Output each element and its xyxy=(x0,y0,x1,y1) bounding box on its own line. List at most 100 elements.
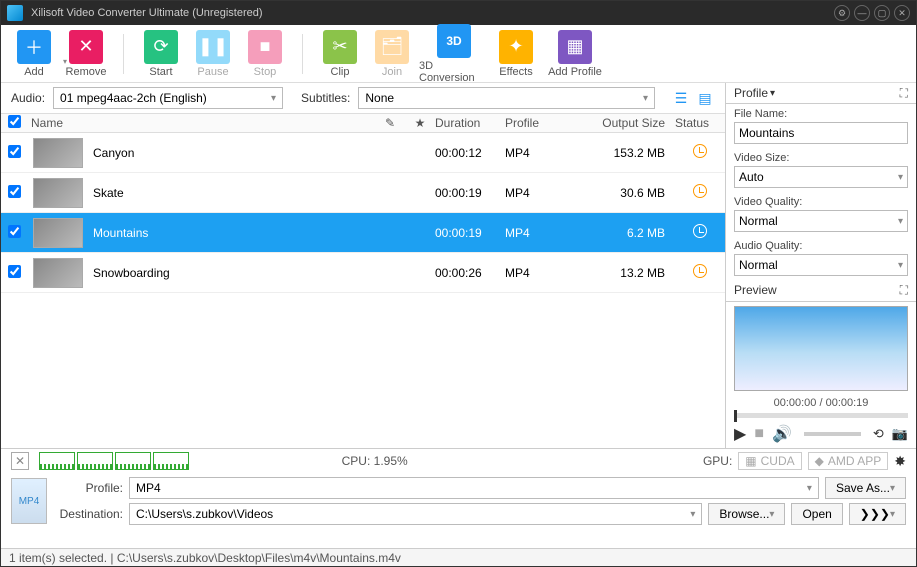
profile-label: Profile: xyxy=(53,481,123,495)
preview-video[interactable] xyxy=(734,306,908,392)
stop-button[interactable]: ■ Stop xyxy=(240,30,290,78)
audioquality-select[interactable]: Normal xyxy=(734,254,908,276)
pause-button[interactable]: ❚❚ Pause xyxy=(188,30,238,78)
settings-round-icon[interactable]: ⚙ xyxy=(834,5,850,21)
col-edit[interactable]: ✎ xyxy=(375,116,405,130)
3d-icon: 3D xyxy=(437,24,471,58)
clip-button[interactable]: ✂ Clip xyxy=(315,30,365,78)
thumbnail-icon xyxy=(33,138,83,168)
videoquality-select[interactable]: Normal xyxy=(734,210,908,232)
row-checkbox[interactable] xyxy=(8,225,21,238)
gpu-label: GPU: xyxy=(703,454,732,468)
app-logo-icon xyxy=(7,5,23,21)
profile-thumb-icon: MP4 xyxy=(11,478,47,524)
destination-row: MP4 Profile: MP4 Save As... Destination:… xyxy=(1,473,916,529)
volume-icon[interactable]: 🔊 xyxy=(772,424,792,444)
profile-select[interactable]: MP4 xyxy=(129,477,819,499)
row-size: 6.2 MB xyxy=(595,226,675,240)
scissors-icon: ✂ xyxy=(323,30,357,64)
cpu-graph-icon xyxy=(77,452,113,470)
separator xyxy=(123,34,124,74)
destination-select[interactable]: C:\Users\s.zubkov\Videos xyxy=(129,503,702,525)
destination-label: Destination: xyxy=(53,507,123,521)
preview-slider[interactable] xyxy=(734,413,908,418)
audio-select[interactable]: 01 mpeg4aac-2ch (English) xyxy=(53,87,283,109)
stop-preview-button[interactable]: ■ xyxy=(754,425,764,443)
col-name[interactable]: Name xyxy=(27,116,375,130)
table-row[interactable]: Mountains00:00:19MP46.2 MB xyxy=(1,213,725,253)
browse-button[interactable]: Browse... xyxy=(708,503,785,525)
plus-icon: ＋ xyxy=(17,30,51,64)
start-button[interactable]: ⟳ Start xyxy=(136,30,186,78)
detail-view-icon[interactable]: ▤ xyxy=(695,88,715,108)
3d-conversion-button[interactable]: 3D 3D Conversion xyxy=(419,24,489,84)
remove-button[interactable]: ✕ Remove xyxy=(61,30,111,78)
row-status xyxy=(675,264,725,281)
x-icon: ✕ xyxy=(69,30,103,64)
videosize-select[interactable]: Auto xyxy=(734,166,908,188)
row-duration: 00:00:26 xyxy=(435,266,505,280)
row-profile: MP4 xyxy=(505,266,595,280)
snapshot-icon[interactable]: 📷 xyxy=(892,426,908,442)
volume-slider[interactable] xyxy=(804,432,861,436)
filename-input[interactable]: Mountains xyxy=(734,122,908,144)
thumbnail-icon xyxy=(33,218,83,248)
table-row[interactable]: Snowboarding 00:00:26MP413.2 MB xyxy=(1,253,725,293)
row-checkbox[interactable] xyxy=(8,145,21,158)
wand-icon: ✦ xyxy=(499,30,533,64)
expand-profile-icon[interactable]: ⛶ xyxy=(900,86,908,101)
col-output-size[interactable]: Output Size xyxy=(595,116,675,130)
row-status xyxy=(675,184,725,201)
cpu-label: CPU: 1.95% xyxy=(342,454,408,468)
row-profile: MP4 xyxy=(505,226,595,240)
row-status xyxy=(675,144,725,161)
more-button[interactable]: ❯❯❯ xyxy=(849,503,906,525)
row-size: 30.6 MB xyxy=(595,186,675,200)
close-graphs-button[interactable]: ✕ xyxy=(11,452,29,470)
row-checkbox[interactable] xyxy=(8,265,21,278)
loop-icon[interactable]: ⟲ xyxy=(873,426,884,442)
cuda-button[interactable]: ▦CUDA xyxy=(738,452,801,470)
grid-body: Canyon00:00:12MP4153.2 MBSkate00:00:19MP… xyxy=(1,133,725,448)
statusbar: 1 item(s) selected. | C:\Users\s.zubkov\… xyxy=(1,548,916,566)
table-row[interactable]: Skate00:00:19MP430.6 MB xyxy=(1,173,725,213)
expand-preview-icon[interactable]: ⛶ xyxy=(900,283,908,298)
clock-icon xyxy=(693,184,707,198)
row-size: 153.2 MB xyxy=(595,146,675,160)
subtitles-label: Subtitles: xyxy=(301,91,350,105)
minimize-button[interactable]: — xyxy=(854,5,870,21)
play-button[interactable]: ▶ xyxy=(734,424,746,444)
row-name: Snowboarding xyxy=(89,266,375,280)
maximize-button[interactable]: ▢ xyxy=(874,5,890,21)
col-star[interactable]: ★ xyxy=(405,116,435,130)
preview-time: 00:00:00 / 00:00:19 xyxy=(726,395,916,411)
grid-header: Name ✎ ★ Duration Profile Output Size St… xyxy=(1,113,725,133)
row-size: 13.2 MB xyxy=(595,266,675,280)
saveas-button[interactable]: Save As... xyxy=(825,477,906,499)
clock-icon xyxy=(693,264,707,278)
subtitles-select[interactable]: None xyxy=(358,87,655,109)
videosize-label: Video Size: xyxy=(734,152,908,164)
col-duration[interactable]: Duration xyxy=(435,116,505,130)
window-title: Xilisoft Video Converter Ultimate (Unreg… xyxy=(31,7,834,19)
join-button[interactable]: 🗂 Join xyxy=(367,30,417,78)
stats-row: ✕ CPU: 1.95% GPU: ▦CUDA ◆AMD APP ✸ xyxy=(1,449,916,473)
add-button[interactable]: ＋ Add xyxy=(9,30,59,78)
list-view-icon[interactable]: ☰ xyxy=(671,88,691,108)
cpu-graph-icon xyxy=(39,452,75,470)
settings-gear-icon[interactable]: ✸ xyxy=(894,453,906,470)
add-profile-button[interactable]: ▦ Add Profile xyxy=(543,30,607,78)
effects-button[interactable]: ✦ Effects xyxy=(491,30,541,78)
amd-button[interactable]: ◆AMD APP xyxy=(808,452,889,470)
row-checkbox[interactable] xyxy=(8,185,21,198)
col-status[interactable]: Status xyxy=(675,116,725,130)
join-icon: 🗂 xyxy=(375,30,409,64)
selectors-row: Audio: 01 mpeg4aac-2ch (English) Subtitl… xyxy=(1,83,725,113)
close-button[interactable]: ✕ xyxy=(894,5,910,21)
table-row[interactable]: Canyon00:00:12MP4153.2 MB xyxy=(1,133,725,173)
select-all-checkbox[interactable] xyxy=(8,115,21,128)
preview-title: Preview xyxy=(734,283,777,297)
open-button[interactable]: Open xyxy=(791,503,842,525)
separator xyxy=(302,34,303,74)
col-profile[interactable]: Profile xyxy=(505,116,595,130)
